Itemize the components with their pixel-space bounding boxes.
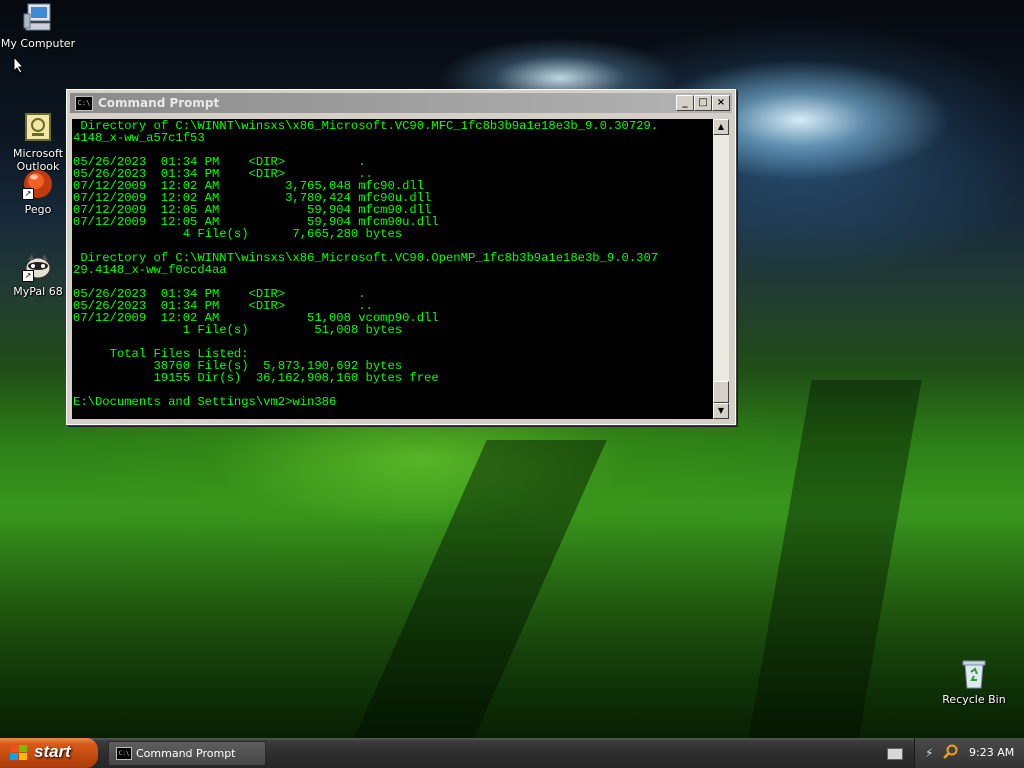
scrollbar-thumb[interactable]: [713, 381, 729, 403]
close-button[interactable]: ×: [712, 95, 730, 111]
console-line: E:\Documents and Settings\vm2>win386: [73, 395, 337, 409]
start-label: start: [34, 742, 71, 761]
desktop-icon-label: Recycle Bin: [942, 693, 1006, 706]
command-prompt-icon[interactable]: C:\: [75, 96, 93, 111]
network-icon[interactable]: ⚡: [925, 746, 939, 760]
scroll-up-button[interactable]: ▲: [713, 119, 729, 135]
desktop-icon-mypal[interactable]: ↗ MyPal 68: [0, 250, 76, 298]
pego-icon: ↗: [22, 168, 54, 200]
command-prompt-icon: C:\: [116, 747, 132, 760]
console-line: 4148_x-ww_a57c1f53: [73, 131, 205, 145]
window-title: Command Prompt: [98, 96, 220, 110]
desktop-icon-pego[interactable]: ↗ Pego: [0, 168, 76, 216]
clock[interactable]: 9:23 AM: [969, 746, 1014, 759]
console-line: 1 File(s) 51,008 bytes: [73, 323, 403, 337]
shortcut-arrow-icon: ↗: [22, 188, 34, 200]
console-output[interactable]: Directory of C:\WINNT\winsxs\x86_Microso…: [72, 119, 713, 419]
mypal-icon: ↗: [22, 250, 54, 282]
keyboard-icon[interactable]: [887, 748, 903, 760]
my-computer-icon: [22, 2, 54, 34]
desktop-icon-my-computer[interactable]: My Computer: [0, 2, 76, 50]
wallpaper-shadow: [0, 500, 1024, 738]
console-line: 29.4148_x-ww_f0ccd4aa: [73, 263, 227, 277]
start-button[interactable]: start: [0, 738, 98, 768]
desktop-icon-recycle-bin[interactable]: Recycle Bin: [936, 658, 1012, 706]
console-line: 19155 Dir(s) 36,162,908,160 bytes free: [73, 371, 439, 385]
scroll-down-button[interactable]: ▼: [713, 403, 729, 419]
maximize-button[interactable]: □: [694, 95, 712, 111]
taskbar: start C:\ Command Prompt ⚡ 9:23 AM: [0, 738, 1024, 768]
command-prompt-window[interactable]: C:\ Command Prompt _ □ × Directory of C:…: [66, 89, 736, 425]
desktop-icon-label: MyPal 68: [13, 285, 63, 298]
console-line: 4 File(s) 7,665,280 bytes: [73, 227, 403, 241]
system-tray: ⚡ 9:23 AM: [914, 738, 1024, 768]
mouse-cursor-icon: [13, 56, 25, 74]
vertical-scrollbar[interactable]: ▲ ▼: [713, 119, 729, 419]
outlook-icon: [22, 99, 54, 141]
windows-logo-icon: [10, 745, 28, 761]
console-text[interactable]: Directory of C:\WINNT\winsxs\x86_Microso…: [72, 119, 713, 408]
taskbar-button-label: Command Prompt: [136, 747, 236, 760]
taskbar-button-command-prompt[interactable]: C:\ Command Prompt: [108, 741, 266, 766]
desktop-icon-label: Pego: [24, 203, 52, 216]
recycle-bin-icon: [958, 658, 990, 690]
search-icon[interactable]: [943, 744, 959, 760]
minimize-button[interactable]: _: [676, 95, 694, 111]
window-titlebar[interactable]: C:\ Command Prompt _ □ ×: [70, 93, 732, 113]
shortcut-arrow-icon: ↗: [22, 270, 34, 282]
desktop-icon-label: My Computer: [0, 37, 76, 50]
